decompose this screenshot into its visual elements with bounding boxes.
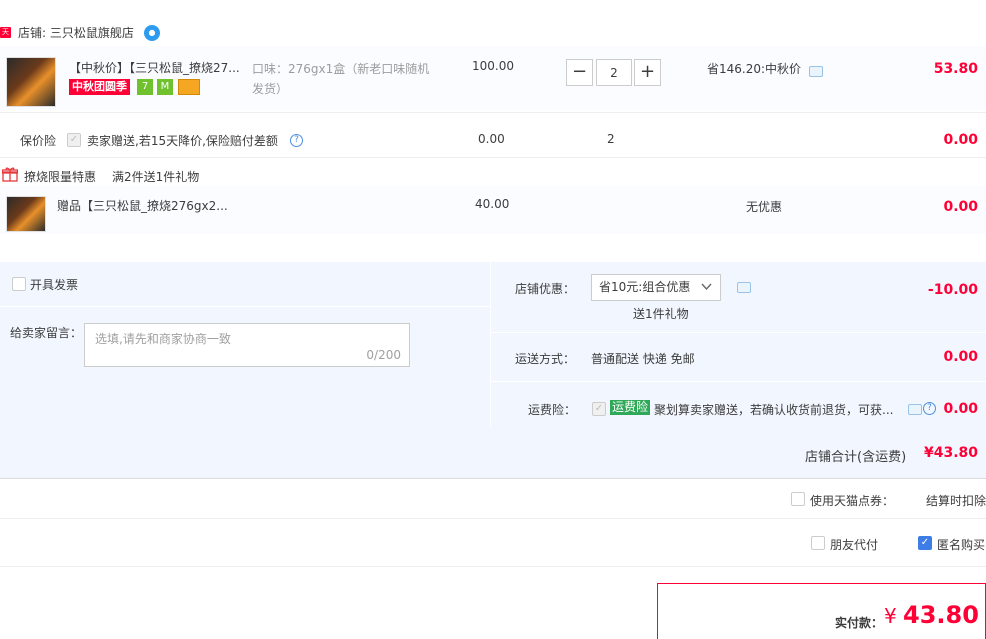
product-row [0, 46, 986, 110]
shipping-label: 运送方式： [515, 352, 576, 366]
shipping-amount: 0.00 [943, 349, 978, 365]
friend-pay-label: 朋友代付 [830, 538, 879, 552]
sku-line-1: 口味：276gx1盒（新老口味随机 [252, 62, 430, 76]
friend-pay-checkbox[interactable] [811, 536, 825, 550]
quantity-input[interactable] [596, 59, 632, 86]
coupon-label: 使用天猫点券： [810, 494, 895, 508]
product-sku: 口味：276gx1盒（新老口味随机 发货） [252, 59, 442, 99]
promo-tag: 中秋团圆季 [69, 79, 130, 95]
divider [0, 306, 490, 307]
freight-message-icon[interactable] [908, 404, 922, 415]
product-thumbnail[interactable] [6, 57, 56, 107]
final-payment-label: 实付款： [835, 616, 884, 630]
coupon-checkbox[interactable] [791, 492, 805, 506]
shop-discount-label: 店铺优惠： [515, 282, 576, 296]
final-payment-box: 实付款： ¥ 43.80 [657, 583, 986, 639]
insurance-checkbox: ✓ [67, 133, 81, 147]
freight-insurance-checkbox: ✓ [592, 402, 606, 416]
gift-icon [2, 167, 18, 182]
gift-unit-price: 40.00 [475, 197, 510, 211]
insurance-total: 0.00 [943, 132, 978, 148]
shop-discount-select[interactable]: 省10元:组合优惠 [591, 274, 721, 301]
freight-insurance-badge: 运费险 [610, 400, 651, 415]
divider [0, 112, 986, 113]
shop-discount-selected: 省10元:组合优惠 [599, 280, 691, 294]
gift-promo-title: 撩烧限量特惠 [24, 170, 97, 184]
divider [0, 566, 986, 567]
divider [491, 381, 986, 382]
quantity-decrease-button[interactable]: − [566, 59, 593, 86]
discount-message-icon[interactable] [809, 66, 823, 77]
credit-card-icon [178, 79, 200, 95]
anonymous-checkbox[interactable]: ✓ [918, 536, 932, 550]
wangwang-chat-icon[interactable]: ● [144, 25, 160, 41]
gift-discount: 无优惠 [746, 200, 783, 214]
final-payment-amount: 43.80 [903, 601, 979, 629]
coupon-note: 结算时扣除 [926, 494, 986, 508]
freight-help-icon[interactable]: ? [923, 402, 936, 415]
product-line-total: 53.80 [933, 61, 978, 77]
insurance-description: 卖家赠送,若15天降价,保险赔付差额 [87, 134, 278, 148]
sku-line-2: 发货） [252, 82, 289, 96]
divider [491, 332, 986, 333]
product-discount: 省146.20:中秋价 [707, 62, 802, 76]
shop-discount-amount: -10.00 [927, 282, 978, 298]
tmall-badge: 天猫 [0, 27, 11, 47]
invoice-label: 开具发票 [30, 278, 79, 292]
service-badge-icon: M [157, 79, 173, 95]
product-title[interactable]: 【中秋价】【三只松鼠_撩烧27... [69, 59, 249, 76]
memo-counter: 0/200 [366, 348, 401, 362]
freight-insurance-amount: 0.00 [943, 401, 978, 417]
insurance-help-icon[interactable]: ? [290, 134, 303, 147]
memo-placeholder: 选填,请先和商家协商一致 [95, 332, 231, 346]
memo-field[interactable]: 选填,请先和商家协商一致 0/200 [84, 323, 410, 367]
final-currency: ¥ [884, 604, 897, 628]
memo-label: 给卖家留言： [10, 326, 83, 340]
insurance-label: 保价险 [20, 134, 57, 148]
gift-thumbnail[interactable] [6, 196, 46, 232]
insurance-unit-price: 0.00 [478, 132, 505, 146]
shop-total-label: 店铺合计(含运费) [805, 450, 907, 465]
shop-discount-gift: 送1件礼物 [633, 307, 689, 321]
shipping-method: 普通配送 快递 免邮 [591, 352, 695, 366]
discount-message-icon[interactable] [737, 282, 751, 293]
shop-name[interactable]: 店铺: 三只松鼠旗舰店 [18, 24, 134, 41]
quantity-increase-button[interactable]: + [634, 59, 661, 86]
shop-total-amount: ¥43.80 [923, 445, 978, 461]
invoice-checkbox[interactable] [12, 277, 26, 291]
gift-title[interactable]: 赠品【三只松鼠_撩烧276gx2... [57, 197, 237, 214]
insurance-quantity: 2 [607, 132, 615, 146]
divider [0, 157, 986, 158]
service-seven-day-icon: 7 [137, 79, 153, 95]
product-unit-price: 100.00 [472, 59, 514, 73]
divider [0, 518, 986, 519]
anonymous-label: 匿名购买 [937, 538, 986, 552]
chevron-down-icon [701, 283, 712, 291]
gift-promo-rule: 满2件送1件礼物 [112, 170, 200, 184]
freight-insurance-description: 聚划算卖家赠送，若确认收货前退货，可获... [654, 403, 894, 417]
gift-total: 0.00 [943, 199, 978, 215]
freight-insurance-label: 运费险： [528, 403, 577, 417]
